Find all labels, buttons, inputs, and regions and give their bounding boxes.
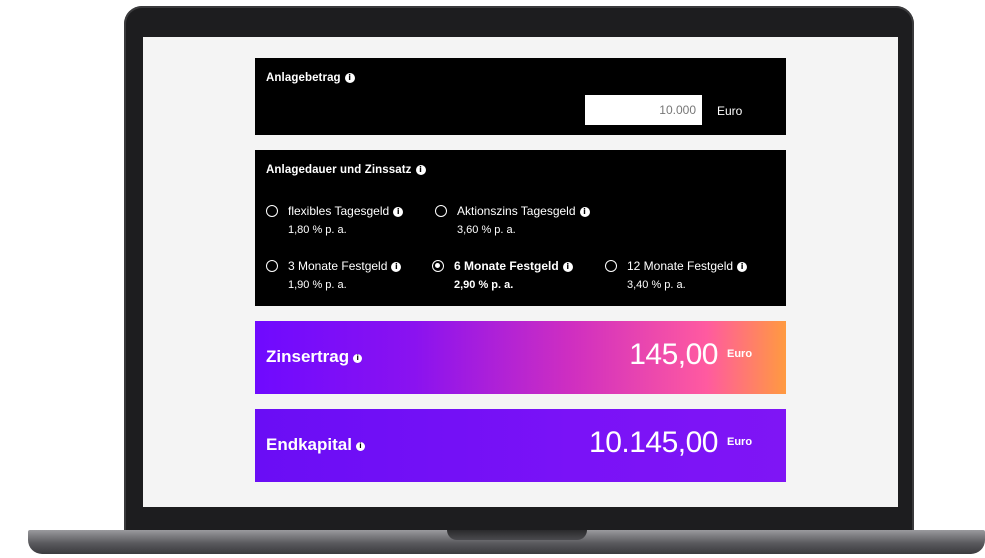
amount-unit: Euro — [717, 104, 743, 118]
capital-unit: Euro — [727, 436, 753, 448]
laptop-notch — [447, 530, 587, 540]
radio-button[interactable] — [266, 260, 278, 272]
info-icon[interactable]: i — [393, 207, 404, 217]
option-label: 3 Monate Festgeld i — [288, 259, 402, 273]
radio-button[interactable] — [605, 260, 617, 272]
amount-panel: Anlagebetragi Euro — [255, 58, 786, 135]
laptop-screen: Anlagebetragi Euro Anlagedauer und Zinss… — [143, 37, 898, 507]
option-rate: 2,90 % p. a. — [454, 279, 514, 291]
capital-panel: Endkapital i 10.145,00 Euro — [255, 409, 786, 482]
option-label: 12 Monate Festgeld i — [627, 259, 748, 273]
interest-unit: Euro — [727, 348, 753, 360]
info-icon[interactable]: i — [579, 207, 590, 217]
duration-panel: Anlagedauer und Zinssatz i flexibles Tage… — [255, 150, 786, 306]
capital-label: Endkapital i — [266, 435, 365, 455]
option-rate: 3,40 % p. a. — [627, 279, 686, 291]
amount-title-text: Anlagebetrag — [266, 72, 341, 84]
option-rate: 3,60 % p. a. — [457, 224, 516, 236]
info-icon[interactable]: i — [391, 262, 402, 272]
interest-value: 145,00 — [629, 338, 718, 371]
interest-label: Zinsertrag i — [266, 347, 363, 367]
amount-title: Anlagebetrag i — [266, 72, 355, 84]
option-label: 6 Monate Festgeld i — [454, 259, 573, 273]
info-icon[interactable]: i — [562, 262, 573, 272]
duration-title-text: Anlagedauer und Zinssatz — [266, 164, 412, 176]
radio-button[interactable] — [435, 205, 447, 217]
info-icon[interactable]: i — [737, 262, 748, 272]
duration-title: Anlagedauer und Zinssatz i — [266, 164, 426, 176]
info-icon[interactable]: i — [415, 165, 426, 175]
option-label: Aktionszins Tagesgeld i — [457, 204, 590, 218]
info-icon[interactable]: i — [353, 354, 363, 363]
option-label: flexibles Tagesgeld i — [288, 204, 404, 218]
option-rate: 1,90 % p. a. — [288, 279, 347, 291]
info-icon[interactable]: i — [344, 73, 355, 83]
interest-label-text: Zinsertrag — [266, 347, 350, 366]
capital-value: 10.145,00 — [589, 426, 718, 459]
capital-label-text: Endkapital — [266, 435, 352, 454]
amount-input[interactable] — [585, 95, 702, 125]
radio-button-checked[interactable] — [432, 260, 444, 272]
option-rate: 1,80 % p. a. — [288, 224, 347, 236]
interest-panel: Zinsertrag i 145,00 Euro — [255, 321, 786, 394]
info-icon[interactable]: i — [355, 442, 365, 451]
radio-button[interactable] — [266, 205, 278, 217]
